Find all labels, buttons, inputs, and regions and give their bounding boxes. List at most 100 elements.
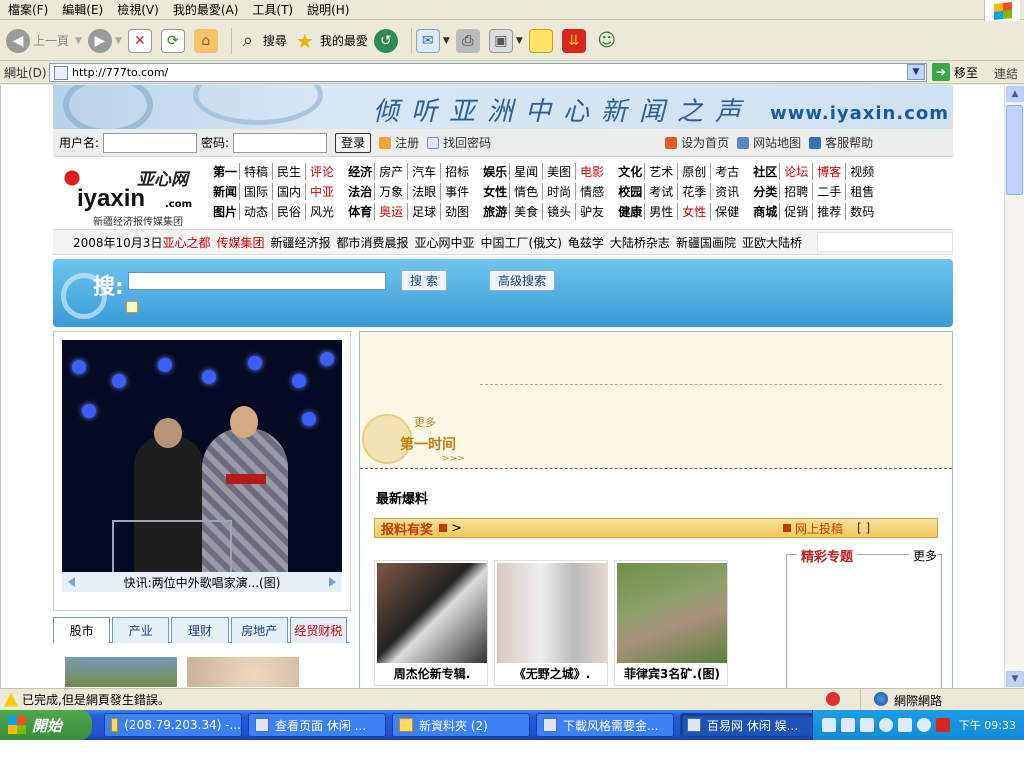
nav-link[interactable]: 房产 [374,162,407,180]
display-icon[interactable] [859,718,874,732]
forward-button[interactable]: ▶ ▼ [87,25,122,57]
nav-link[interactable]: 时尚 [542,182,575,200]
menu-favorites[interactable]: 我的最愛(A) [165,0,245,20]
nav-link[interactable]: 评论 [305,162,338,180]
nav-link[interactable]: 劲图 [440,202,473,220]
nav-link[interactable]: 原创 [677,162,710,180]
nav-link[interactable]: 美食 [509,202,542,220]
nav-link[interactable]: 情色 [509,182,542,200]
scroll-down-icon[interactable]: ▼ [1006,671,1024,687]
flashget-button[interactable]: ⇊ [561,25,589,57]
ticker-link[interactable]: 亚心网中亚 [415,234,475,251]
nav-link[interactable]: 招聘 [779,182,812,200]
scroll-up-icon[interactable]: ▲ [1006,86,1024,102]
set-home-link[interactable]: 设为首页 [665,134,729,151]
favorites-button[interactable]: ★ 我的最愛 [293,25,368,57]
nav-group-heading[interactable]: 商城 [753,203,777,220]
nav-group-heading[interactable]: 第一 [213,163,237,180]
prev-photo-icon[interactable] [68,577,75,587]
taskbar-item-active[interactable]: 百易网 休闲 娱... [680,713,818,737]
tab-stocks[interactable]: 股市 [53,617,111,643]
nav-link[interactable]: 考古 [710,162,743,180]
nav-group-heading[interactable]: 社区 [753,163,777,180]
menu-help[interactable]: 說明(H) [299,0,355,20]
nav-link[interactable]: 动态 [239,202,272,220]
nav-group-heading[interactable]: 健康 [618,203,642,220]
nav-link[interactable]: 艺术 [644,162,677,180]
ticker-link[interactable]: 亚欧大陆桥 [742,234,802,251]
vertical-scrollbar[interactable]: ▲ ▼ [1004,85,1024,688]
nav-link[interactable]: 驴友 [575,202,608,220]
site-search-input[interactable] [128,272,386,290]
nav-link[interactable]: 花季 [677,182,710,200]
nav-link[interactable]: 美图 [542,162,575,180]
find-password-link[interactable]: 找回密码 [427,134,491,151]
nav-link[interactable]: 保健 [710,202,743,220]
nav-link[interactable]: 博客 [812,162,845,180]
pen-icon[interactable] [840,718,855,732]
site-search-button[interactable]: 搜 索 [401,270,447,291]
nav-link[interactable]: 镜头 [542,202,575,220]
links-button[interactable]: 連結 [994,65,1018,82]
scroll-thumb[interactable] [1006,105,1023,195]
clock[interactable]: 下午 09:33 [959,717,1016,733]
go-button[interactable]: ➔ 移至 [932,63,978,81]
nav-link[interactable]: 租售 [845,182,878,200]
nav-link[interactable]: 民生 [272,162,305,180]
thumbnail-card[interactable]: 周杰伦新专辑. [374,560,488,686]
nav-link[interactable]: 星闻 [509,162,542,180]
first-news-more-link[interactable]: 更多 [414,414,436,430]
nav-link[interactable]: 国内 [272,182,305,200]
featured-topics-more-link[interactable]: 更多 [908,547,937,564]
ticker-link-red[interactable]: 亚心之都 [162,234,210,251]
address-dropdown-icon[interactable]: ▼ [907,64,925,80]
address-input[interactable]: http://777to.com/ [49,63,927,82]
nav-group-heading[interactable]: 新闻 [213,183,237,200]
network-icon[interactable] [897,718,912,732]
nav-link[interactable]: 情感 [575,182,608,200]
tip-reward-arrow[interactable]: > [451,521,462,536]
ticker-link[interactable]: 新疆国画院 [676,234,736,251]
start-button[interactable]: 開始 [0,710,92,740]
download-icon[interactable] [935,718,950,732]
home-button[interactable]: ⌂ [193,25,221,57]
back-button[interactable]: ◀ 上一頁 ▼ [6,25,82,57]
ticker-link[interactable]: 中国工厂(俄文) [481,234,562,251]
tab-thumbnail[interactable] [65,657,177,687]
nav-link[interactable]: 电影 [575,162,608,180]
tab-real-estate[interactable]: 房地产 [230,617,288,643]
taskbar-item[interactable]: (208.79.203.34) -... [104,713,242,737]
nav-link[interactable]: 足球 [407,202,440,220]
nav-link[interactable]: 资讯 [710,182,743,200]
nav-link[interactable]: 汽车 [407,162,440,180]
sitemap-link[interactable]: 网站地图 [737,134,801,151]
nav-link[interactable]: 事件 [440,182,473,200]
nav-link[interactable]: 风光 [305,202,338,220]
nav-group-heading[interactable]: 校园 [618,183,642,200]
nav-group-heading[interactable]: 女性 [483,183,507,200]
nav-link[interactable]: 男性 [644,202,677,220]
nav-group-heading[interactable]: 图片 [213,203,237,220]
nav-group-heading[interactable]: 体育 [348,203,372,220]
tab-thumbnail[interactable] [187,657,299,687]
nav-link[interactable]: 法眼 [407,182,440,200]
menu-view[interactable]: 檢視(V) [109,0,165,20]
login-button[interactable]: 登录 [335,132,372,153]
edit-note-icon[interactable] [126,301,138,313]
nav-group-heading[interactable]: 经济 [348,163,372,180]
taskbar-item[interactable]: 新資料夾 (2) [392,713,530,737]
nav-group-heading[interactable]: 分类 [753,183,777,200]
tab-trade-tax[interactable]: 经贸财税 [289,617,348,643]
password-input[interactable] [233,132,328,153]
search-button[interactable]: ⌕ 搜尋 [236,25,287,57]
nav-group-heading[interactable]: 娱乐 [483,163,507,180]
register-link[interactable]: 注册 [379,134,419,151]
nav-link[interactable]: 推荐 [812,202,845,220]
taskbar-item[interactable]: 查看页面 休闲 ... [248,713,386,737]
nav-link[interactable]: 女性 [677,202,710,220]
ticker-link[interactable]: 龟兹学 [568,234,604,251]
edit-button[interactable]: ▣ ▼ [488,25,523,57]
advanced-search-button[interactable]: 高级搜索 [489,270,556,291]
keyboard-icon[interactable] [821,718,836,732]
mail-button[interactable]: ✉ ▼ [415,25,450,57]
